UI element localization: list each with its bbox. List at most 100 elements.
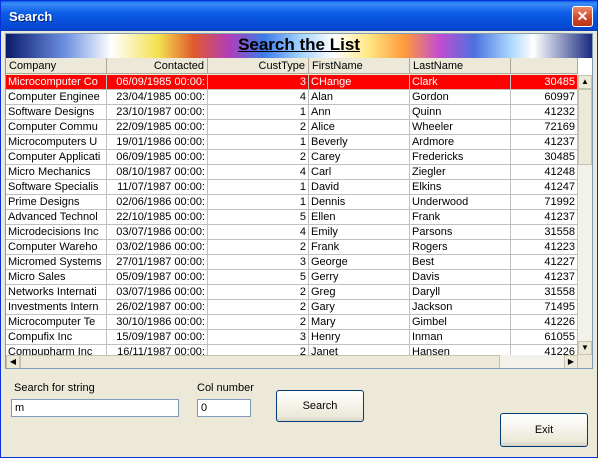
cell-company[interactable]: Computer Commu: [6, 120, 107, 135]
cell-contacted[interactable]: 03/02/1986 00:00:: [107, 240, 208, 255]
cell-custtype[interactable]: 1: [208, 195, 309, 210]
cell-extra[interactable]: 41247: [511, 180, 578, 195]
cell-extra[interactable]: 31558: [511, 225, 578, 240]
table-row[interactable]: Microdecisions Inc 03/07/1986 00:00: 4 Emil…: [6, 225, 578, 240]
cell-company[interactable]: Advanced Technol: [6, 210, 107, 225]
cell-contacted[interactable]: 30/10/1986 00:00:: [107, 315, 208, 330]
cell-contacted[interactable]: 26/02/1987 00:00:: [107, 300, 208, 315]
table-row[interactable]: Computer Enginee 23/04/1985 00:00: 4 Alan Go…: [6, 90, 578, 105]
cell-firstname[interactable]: Emily: [309, 225, 410, 240]
cell-contacted[interactable]: 03/07/1986 00:00:: [107, 285, 208, 300]
column-header-custtype[interactable]: CustType: [208, 58, 309, 74]
cell-contacted[interactable]: 11/07/1987 00:00:: [107, 180, 208, 195]
cell-firstname[interactable]: Ellen: [309, 210, 410, 225]
cell-extra[interactable]: 41237: [511, 135, 578, 150]
table-row[interactable]: Computer Commu 22/09/1985 00:00: 2 Alice Whe…: [6, 120, 578, 135]
cell-custtype[interactable]: 1: [208, 180, 309, 195]
column-header-firstname[interactable]: FirstName: [309, 58, 410, 74]
cell-extra[interactable]: 31558: [511, 285, 578, 300]
cell-lastname[interactable]: Jackson: [410, 300, 511, 315]
cell-lastname[interactable]: Best: [410, 255, 511, 270]
cell-custtype[interactable]: 2: [208, 345, 309, 355]
column-header-company[interactable]: Company: [6, 58, 107, 74]
cell-lastname[interactable]: Underwood: [410, 195, 511, 210]
cell-firstname[interactable]: Gary: [309, 300, 410, 315]
cell-custtype[interactable]: 3: [208, 330, 309, 345]
cell-extra[interactable]: 41232: [511, 105, 578, 120]
cell-firstname[interactable]: Alice: [309, 120, 410, 135]
cell-contacted[interactable]: 23/10/1987 00:00:: [107, 105, 208, 120]
cell-company[interactable]: Microcomputer Te: [6, 315, 107, 330]
cell-contacted[interactable]: 22/10/1985 00:00:: [107, 210, 208, 225]
cell-custtype[interactable]: 3: [208, 255, 309, 270]
cell-contacted[interactable]: 06/09/1985 00:00:: [107, 75, 208, 90]
search-string-input[interactable]: [11, 399, 179, 417]
table-row[interactable]: Microcomputer Te 30/10/1986 00:00: 2 Mary Gi…: [6, 315, 578, 330]
title-bar[interactable]: Search ✕: [1, 1, 597, 31]
cell-firstname[interactable]: Dennis: [309, 195, 410, 210]
cell-extra[interactable]: 41237: [511, 270, 578, 285]
cell-company[interactable]: Compupharm Inc: [6, 345, 107, 355]
table-row[interactable]: Advanced Technol 22/10/1985 00:00: 5 Ellen F…: [6, 210, 578, 225]
cell-firstname[interactable]: Carey: [309, 150, 410, 165]
cell-contacted[interactable]: 22/09/1985 00:00:: [107, 120, 208, 135]
cell-custtype[interactable]: 2: [208, 240, 309, 255]
cell-lastname[interactable]: Inman: [410, 330, 511, 345]
cell-contacted[interactable]: 15/09/1987 00:00:: [107, 330, 208, 345]
col-number-input[interactable]: [197, 399, 251, 417]
results-grid[interactable]: Search the List Company Contacted CustTy…: [5, 33, 593, 369]
cell-company[interactable]: Micro Mechanics: [6, 165, 107, 180]
cell-lastname[interactable]: Davis: [410, 270, 511, 285]
cell-contacted[interactable]: 16/11/1987 00:00:: [107, 345, 208, 355]
cell-firstname[interactable]: Carl: [309, 165, 410, 180]
cell-lastname[interactable]: Clark: [410, 75, 511, 90]
table-row[interactable]: Microcomputers U 19/01/1986 00:00: 1 Beverl…: [6, 135, 578, 150]
cell-lastname[interactable]: Ziegler: [410, 165, 511, 180]
cell-firstname[interactable]: Mary: [309, 315, 410, 330]
scroll-left-icon[interactable]: ◀: [6, 355, 20, 368]
table-row[interactable]: Prime Designs 02/06/1986 00:00: 1 Dennis Und…: [6, 195, 578, 210]
cell-custtype[interactable]: 1: [208, 105, 309, 120]
horizontal-scroll-thumb[interactable]: [20, 355, 500, 368]
cell-extra[interactable]: 61055: [511, 330, 578, 345]
cell-company[interactable]: Microdecisions Inc: [6, 225, 107, 240]
cell-contacted[interactable]: 05/09/1987 00:00:: [107, 270, 208, 285]
table-row[interactable]: Micro Mechanics 08/10/1987 00:00: 4 Carl Zie…: [6, 165, 578, 180]
column-header-extra[interactable]: [511, 58, 578, 74]
cell-extra[interactable]: 41248: [511, 165, 578, 180]
cell-custtype[interactable]: 5: [208, 210, 309, 225]
cell-company[interactable]: Micro Sales: [6, 270, 107, 285]
cell-lastname[interactable]: Wheeler: [410, 120, 511, 135]
cell-firstname[interactable]: Beverly: [309, 135, 410, 150]
column-header-lastname[interactable]: LastName: [410, 58, 511, 74]
cell-contacted[interactable]: 02/06/1986 00:00:: [107, 195, 208, 210]
cell-lastname[interactable]: Rogers: [410, 240, 511, 255]
cell-custtype[interactable]: 4: [208, 90, 309, 105]
cell-firstname[interactable]: David: [309, 180, 410, 195]
cell-lastname[interactable]: Quinn: [410, 105, 511, 120]
cell-contacted[interactable]: 19/01/1986 00:00:: [107, 135, 208, 150]
scroll-up-icon[interactable]: ▲: [578, 75, 592, 89]
column-header-contacted[interactable]: Contacted: [107, 58, 208, 74]
cell-extra[interactable]: 71495: [511, 300, 578, 315]
table-row[interactable]: Investments Intern 26/02/1987 00:00: 2 Gary…: [6, 300, 578, 315]
table-row[interactable]: Compufix Inc 15/09/1987 00:00: 3 Henry Inman…: [6, 330, 578, 345]
cell-contacted[interactable]: 23/04/1985 00:00:: [107, 90, 208, 105]
cell-company[interactable]: Computer Enginee: [6, 90, 107, 105]
cell-lastname[interactable]: Ardmore: [410, 135, 511, 150]
cell-company[interactable]: Networks Internati: [6, 285, 107, 300]
cell-custtype[interactable]: 4: [208, 165, 309, 180]
cell-extra[interactable]: 41237: [511, 210, 578, 225]
cell-lastname[interactable]: Gimbel: [410, 315, 511, 330]
cell-company[interactable]: Compufix Inc: [6, 330, 107, 345]
scroll-right-icon[interactable]: ▶: [564, 355, 578, 368]
cell-extra[interactable]: 30485: [511, 75, 578, 90]
cell-extra[interactable]: 60997: [511, 90, 578, 105]
table-row[interactable]: Computer Wareho 03/02/1986 00:00: 2 Frank Ro…: [6, 240, 578, 255]
cell-company[interactable]: Computer Applicati: [6, 150, 107, 165]
cell-lastname[interactable]: Gordon: [410, 90, 511, 105]
cell-contacted[interactable]: 06/09/1985 00:00:: [107, 150, 208, 165]
cell-firstname[interactable]: Frank: [309, 240, 410, 255]
table-row[interactable]: Microcomputer Co 06/09/1985 00:00: 3 CHange…: [6, 75, 578, 90]
cell-custtype[interactable]: 2: [208, 120, 309, 135]
